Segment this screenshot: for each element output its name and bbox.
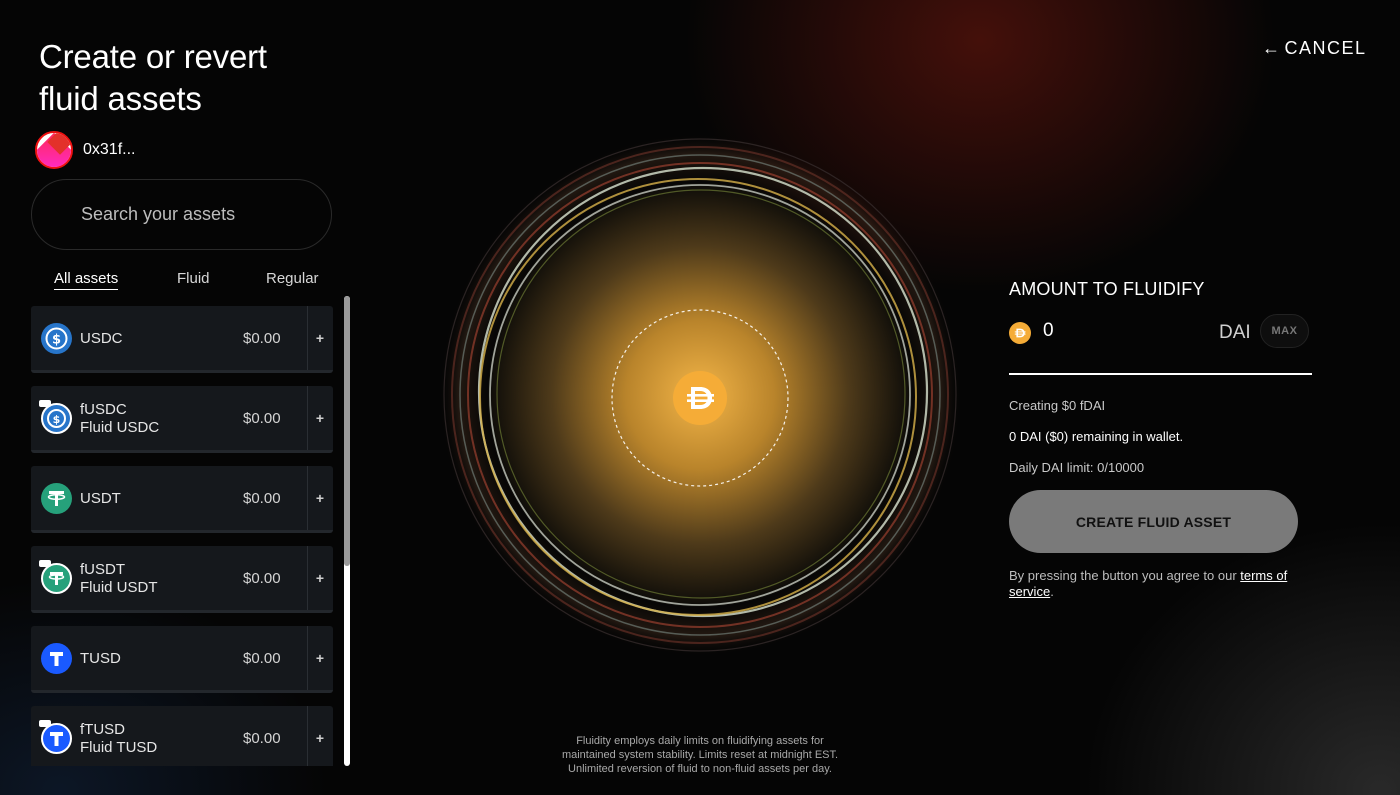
cancel-label: CANCEL (1284, 38, 1367, 58)
add-ftusd-button[interactable]: + (307, 706, 333, 766)
fluid-tag-icon (39, 560, 51, 567)
tab-regular[interactable]: Regular (266, 270, 319, 287)
fluid-tag-icon (39, 400, 51, 407)
asset-value: $0.00 (243, 330, 281, 347)
dai-icon (673, 371, 727, 425)
asset-list: $ USDC $0.00 + $ fUSDC Fluid USDC $0.00 +… (31, 306, 333, 766)
add-fusdt-button[interactable]: + (307, 546, 333, 610)
limits-footnote: Fluidity employs daily limits on fluidif… (561, 735, 839, 775)
wallet-address: 0x31f... (83, 141, 136, 158)
add-usdc-button[interactable]: + (307, 306, 333, 370)
page-title-line1: Create or revert (39, 38, 267, 75)
svg-text:$: $ (52, 333, 61, 348)
asset-row-usdc[interactable]: $ USDC $0.00 + (31, 306, 333, 373)
asset-value: $0.00 (243, 730, 281, 747)
remaining-text: 0 DAI ($0) remaining in wallet. (1009, 429, 1184, 444)
asset-value: $0.00 (243, 650, 281, 667)
cancel-button[interactable]: ← CANCEL (1262, 38, 1367, 59)
ftusd-icon (41, 723, 72, 754)
search-input[interactable] (81, 204, 311, 225)
fusdc-icon: $ (41, 403, 72, 434)
max-button[interactable]: MAX (1260, 314, 1309, 348)
add-fusdc-button[interactable]: + (307, 386, 333, 450)
asset-symbol: USDC (80, 330, 123, 347)
asset-value: $0.00 (243, 570, 281, 587)
asset-value: $0.00 (243, 410, 281, 427)
page-title: Create or revert fluid assets (39, 36, 339, 120)
create-fluid-asset-button[interactable]: CREATE FLUID ASSET (1009, 490, 1298, 553)
tab-fluid[interactable]: Fluid (177, 270, 210, 287)
asset-value: $0.00 (243, 490, 281, 507)
amount-input[interactable] (1043, 320, 1193, 342)
fluidify-heading: AMOUNT TO FLUIDIFY (1009, 279, 1205, 299)
asset-row-tusd[interactable]: TUSD $0.00 + (31, 626, 333, 693)
asset-list-scrollbar[interactable] (344, 296, 350, 766)
asset-tabs: All assets Fluid Regular (31, 270, 332, 294)
asset-row-fusdc[interactable]: $ fUSDC Fluid USDC $0.00 + (31, 386, 333, 453)
add-tusd-button[interactable]: + (307, 626, 333, 690)
scrollbar-thumb[interactable] (344, 296, 350, 566)
tusd-icon (41, 643, 72, 674)
dai-icon (1009, 322, 1031, 344)
fluid-tag-icon (39, 720, 51, 727)
svg-text:$: $ (53, 413, 61, 426)
asset-row-ftusd[interactable]: fTUSD Fluid TUSD $0.00 + (31, 706, 333, 766)
amount-field[interactable]: DAI MAX (1009, 314, 1312, 375)
add-usdt-button[interactable]: + (307, 466, 333, 530)
asset-row-usdt[interactable]: USDT $0.00 + (31, 466, 333, 533)
avatar (35, 131, 73, 169)
usdc-icon: $ (41, 323, 72, 354)
page-title-line2: fluid assets (39, 80, 202, 117)
asset-row-fusdt[interactable]: fUSDT Fluid USDT $0.00 + (31, 546, 333, 613)
wallet-badge[interactable]: 0x31f... (35, 131, 135, 169)
arrow-left-icon: ← (1262, 38, 1282, 58)
asset-symbol: fTUSD Fluid TUSD (80, 721, 158, 756)
terms-notice: By pressing the button you agree to our … (1009, 568, 1288, 599)
asset-symbol: fUSDC Fluid USDC (80, 401, 160, 436)
asset-symbol: TUSD (80, 650, 121, 667)
usdt-icon (41, 483, 72, 514)
asset-symbol: fUSDT Fluid USDT (80, 561, 158, 596)
tab-all-assets[interactable]: All assets (54, 270, 119, 290)
token-label: DAI (1219, 322, 1251, 343)
search-box[interactable] (31, 179, 332, 250)
daily-limit-text: Daily DAI limit: 0/10000 (1009, 460, 1145, 475)
asset-symbol: USDT (80, 490, 121, 507)
fusdt-icon (41, 563, 72, 594)
creating-text: Creating $0 fDAI (1009, 398, 1106, 413)
